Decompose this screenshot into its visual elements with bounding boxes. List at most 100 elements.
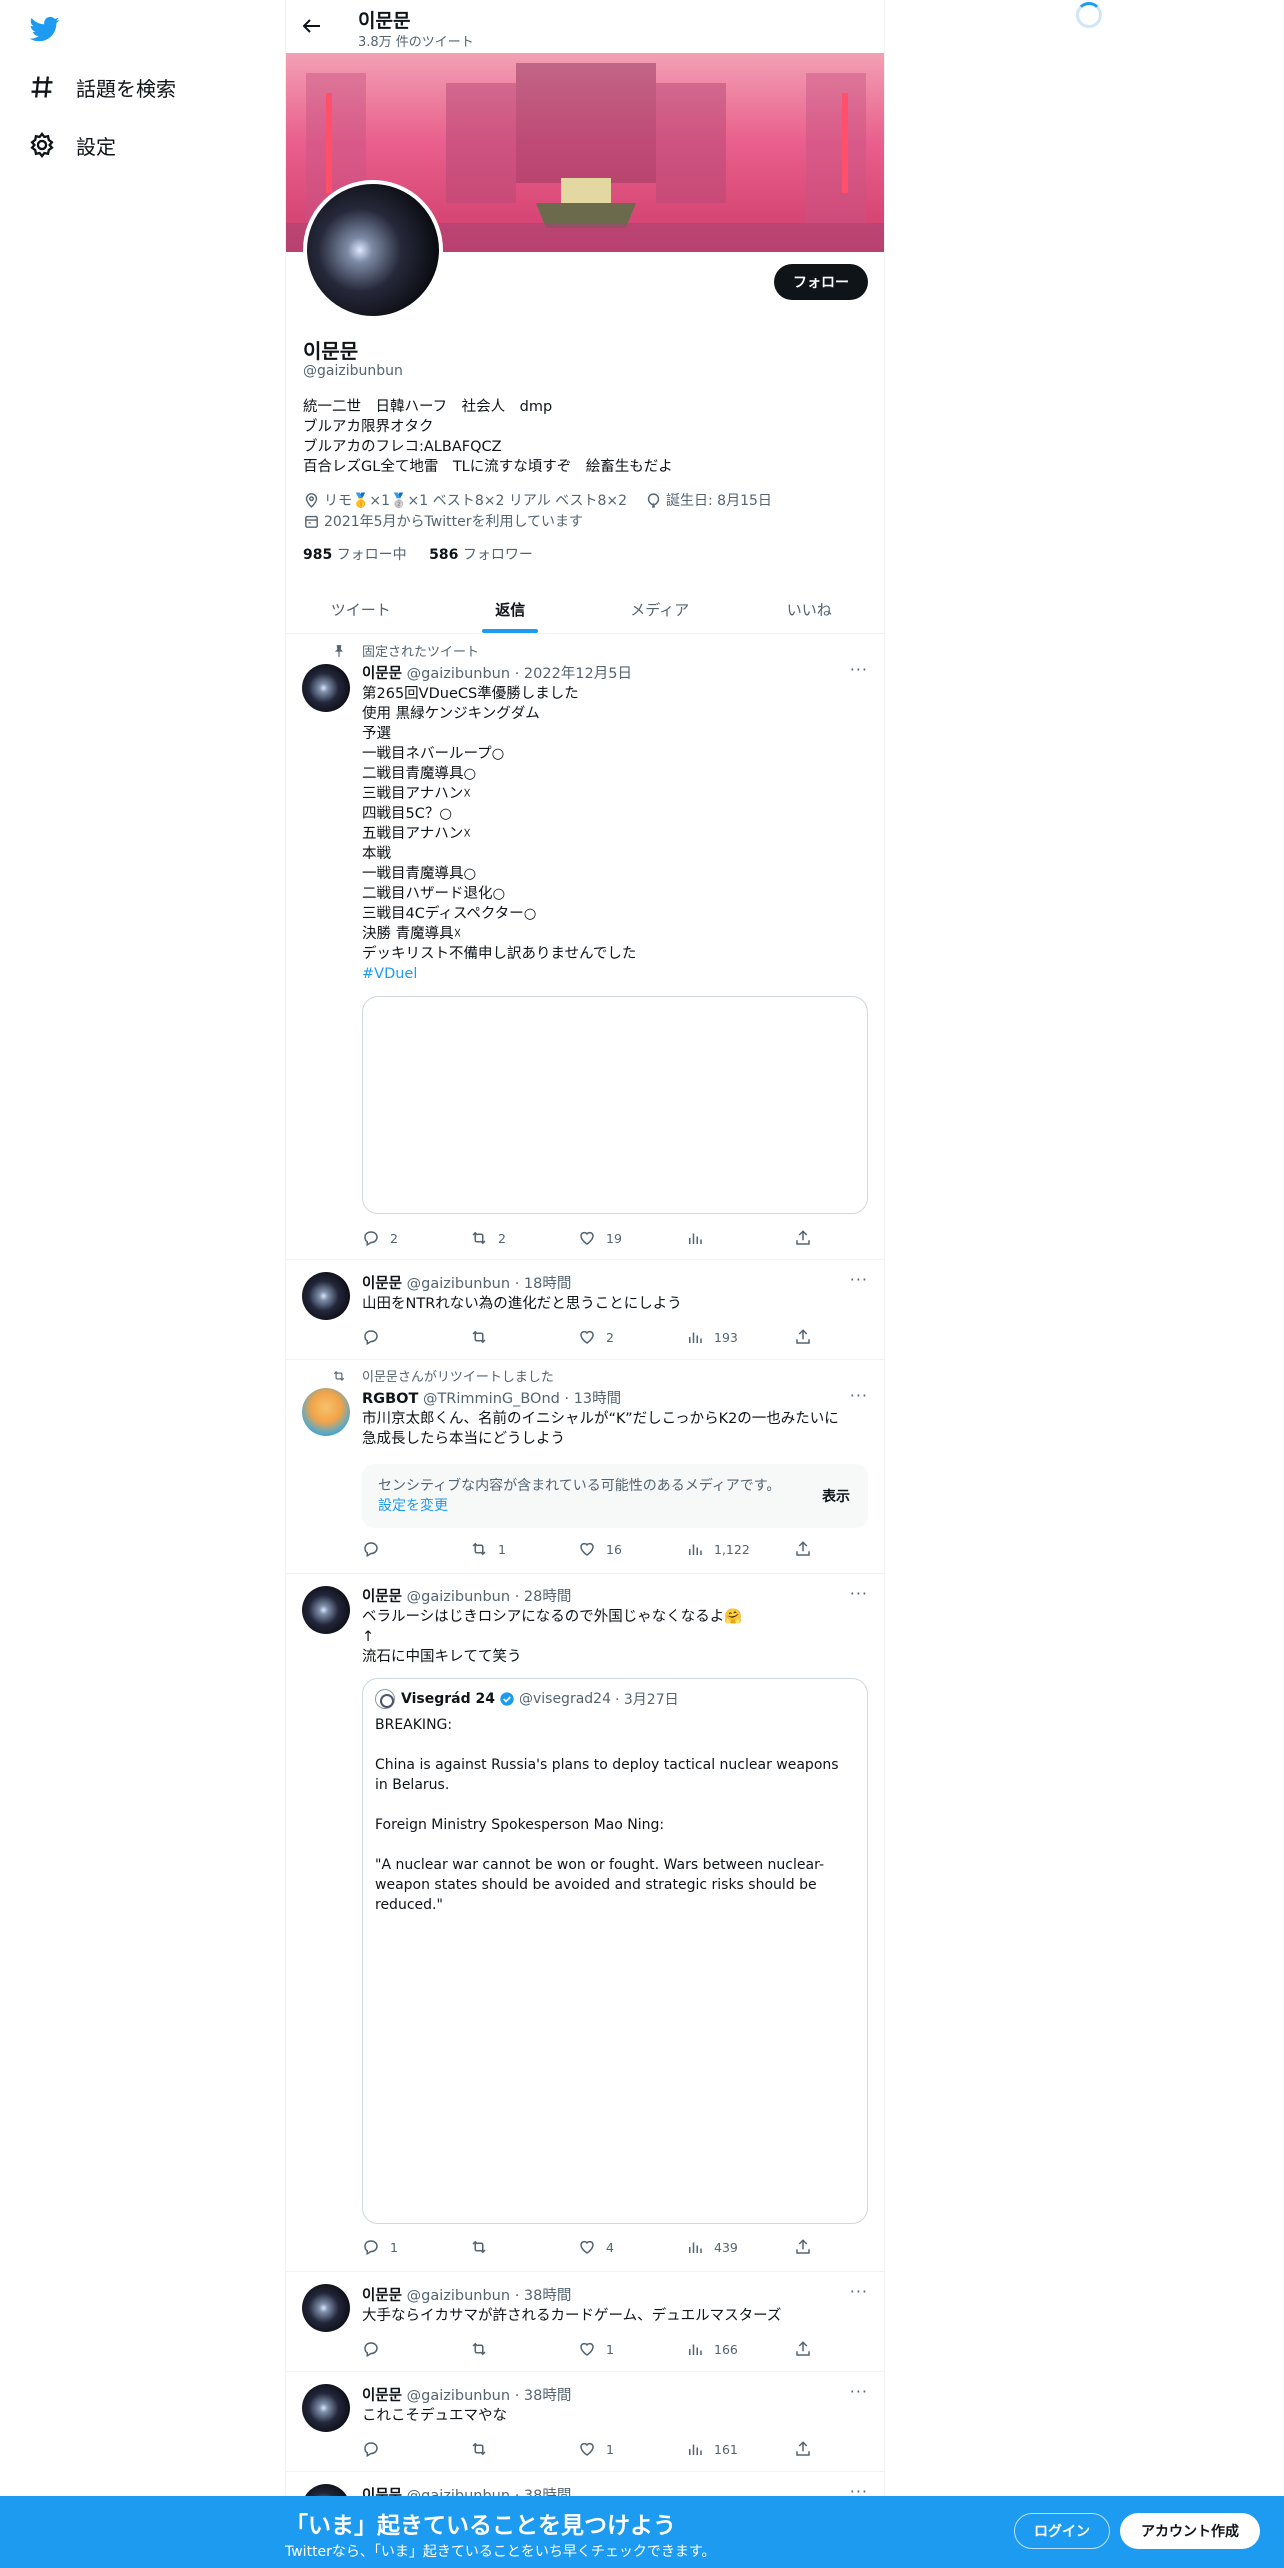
tweet-time[interactable]: · 38時間 (515, 2288, 572, 2304)
share-button[interactable] (794, 2238, 902, 2256)
tweet-time[interactable]: · 38時間 (515, 2388, 572, 2404)
quoted-tweet-text: BREAKING: China is against Russia's plan… (375, 1715, 855, 1915)
tweet[interactable]: ··· 이문문 @gaizibunbun · 18時間 山田をNTRれない為の進… (286, 1260, 884, 1360)
author-name[interactable]: 이문문 (362, 2288, 402, 2304)
tab-replies[interactable]: 返信 (436, 586, 586, 633)
reply-button[interactable] (362, 1540, 470, 1558)
nav-explore[interactable]: 話題を検索 (28, 67, 176, 107)
author-handle[interactable]: @gaizibunbun (407, 666, 510, 682)
retweet-button[interactable]: 2 (470, 1229, 578, 1247)
like-button[interactable]: 19 (578, 1229, 686, 1247)
author-name[interactable]: RGBOT (362, 1391, 418, 1407)
avatar[interactable] (302, 664, 350, 712)
tweet-header: 이문문 @gaizibunbun · 18時間 (362, 1272, 868, 1293)
tweet[interactable]: ··· 이문문 @gaizibunbun · 38時間 大手ならイカサマが許され… (286, 2272, 884, 2372)
header-tweet-count: 3.8万 件のツイート (358, 35, 474, 50)
media-placeholder[interactable] (362, 996, 868, 1214)
back-arrow-icon[interactable] (300, 14, 324, 38)
followers-link[interactable]: 586 フォロワー (429, 547, 533, 563)
bio-line: ブルアカのフレコ:ALBAFQCZ (303, 439, 502, 455)
tweet-time[interactable]: · 13時間 (564, 1391, 621, 1407)
following-link[interactable]: 985 フォロー中 (303, 547, 407, 563)
reply-button[interactable] (362, 1328, 470, 1346)
avatar[interactable] (302, 1388, 350, 1436)
tab-tweets[interactable]: ツイート (286, 586, 436, 633)
reply-button[interactable]: 2 (362, 1229, 470, 1247)
views-button[interactable]: 161 (686, 2440, 794, 2458)
twitter-bird-icon[interactable] (28, 14, 62, 44)
like-button[interactable]: 4 (578, 2238, 686, 2256)
follow-button[interactable]: フォロー (774, 264, 868, 300)
retweet-button[interactable] (470, 2340, 578, 2358)
like-button[interactable]: 1 (578, 2340, 686, 2358)
share-icon (796, 2341, 810, 2356)
author-handle[interactable]: @gaizibunbun (407, 2388, 510, 2404)
like-button[interactable]: 2 (578, 1328, 686, 1346)
views-icon (689, 2242, 702, 2253)
quoted-line (375, 1835, 855, 1855)
tweet-time[interactable]: · 28時間 (515, 1589, 572, 1605)
tab-likes[interactable]: いいね (735, 586, 885, 633)
author-handle[interactable]: @TRimminG_BOnd (423, 1391, 560, 1407)
quoted-tweet[interactable]: Visegrád 24 @visegrad24 · 3月27日 BREAKING… (362, 1678, 868, 2224)
views-button[interactable]: 1,122 (686, 1540, 794, 1558)
share-button[interactable] (794, 2340, 902, 2358)
tweet-retweeted[interactable]: 이문문さんがリツイートしました ··· RGBOT @TRimminG_BOnd… (286, 1360, 884, 1574)
retweet-button[interactable]: 1 (470, 1540, 578, 1558)
tweet-pinned[interactable]: 固定されたツイート ··· 이문문 @gaizibunbun · 2022年12… (286, 634, 884, 1260)
tab-media[interactable]: メディア (585, 586, 735, 633)
author-handle[interactable]: @gaizibunbun (407, 2288, 510, 2304)
author-name[interactable]: 이문문 (362, 1276, 402, 1292)
avatar[interactable] (302, 2284, 350, 2332)
quoted-line (375, 1735, 855, 1755)
retweet-button[interactable] (470, 2440, 578, 2458)
tweet-line: 第265回VDueCS準優勝しました (362, 686, 579, 702)
like-button[interactable]: 16 (578, 1540, 686, 1558)
change-settings-link[interactable]: 設定を変更 (378, 1498, 448, 1514)
show-media-button[interactable]: 表示 (822, 1486, 850, 1506)
quoted-line: Foreign Ministry Spokesperson Mao Ning: (375, 1817, 665, 1833)
share-button[interactable] (794, 1328, 902, 1346)
retweet-label[interactable]: 이문문さんがリツイートしました (362, 1366, 554, 1385)
avatar[interactable] (302, 1272, 350, 1320)
profile-location: リモ🥇×1🥈×1 ベスト8×2 リアル ベスト8×2 (324, 492, 627, 509)
nav-settings[interactable]: 設定 (28, 125, 116, 165)
profile-tabs: ツイート 返信 メディア いいね (286, 586, 884, 634)
share-button[interactable] (794, 2440, 902, 2458)
login-button[interactable]: ログイン (1014, 2513, 1110, 2549)
quoted-tweet-header: Visegrád 24 @visegrad24 · 3月27日 (375, 1689, 855, 1709)
tweet-time[interactable]: · 2022年12月5日 (515, 666, 632, 682)
tweet-time[interactable]: · 18時間 (515, 1276, 572, 1292)
author-name[interactable]: 이문문 (362, 666, 402, 682)
create-account-button[interactable]: アカウント作成 (1120, 2513, 1260, 2549)
retweet-button[interactable] (470, 1328, 578, 1346)
tweet-line: デッキリスト不備申し訳ありませんでした (362, 946, 637, 962)
followers-count: 586 (429, 547, 459, 563)
views-button[interactable]: 193 (686, 1328, 794, 1346)
tweet-line: 使用 黒緑ケンジキングダム (362, 706, 540, 722)
avatar[interactable] (302, 2384, 350, 2432)
author-name[interactable]: 이문문 (362, 2388, 402, 2404)
author-handle[interactable]: @gaizibunbun (407, 1276, 510, 1292)
tweet-header: 이문문 @gaizibunbun · 2022年12月5日 (362, 662, 868, 683)
bio-line: 統一二世 日韓ハーフ 社会人 dmp (303, 399, 553, 415)
analytics-button[interactable] (686, 1229, 794, 1247)
reply-button[interactable] (362, 2340, 470, 2358)
tweet-quote[interactable]: ··· 이문문 @gaizibunbun · 28時間 ベラルーシはじきロシアに… (286, 1574, 884, 2272)
reply-button[interactable]: 1 (362, 2238, 470, 2256)
signup-banner-subtitle: Twitterなら、「いま」起きていることをいち早くチェックできます。 (285, 2544, 716, 2560)
like-button[interactable]: 1 (578, 2440, 686, 2458)
tweet-line: 一戦目青魔導具○ (362, 866, 477, 882)
views-button[interactable]: 166 (686, 2340, 794, 2358)
views-button[interactable]: 439 (686, 2238, 794, 2256)
reply-button[interactable] (362, 2440, 470, 2458)
tweet[interactable]: ··· 이문문 @gaizibunbun · 38時間 これこそデュエマやな 1… (286, 2372, 884, 2472)
share-button[interactable] (794, 1229, 902, 1247)
hashtag-link[interactable]: #VDuel (362, 964, 868, 984)
retweet-button[interactable] (470, 2238, 578, 2256)
author-handle[interactable]: @gaizibunbun (407, 1589, 510, 1605)
profile-avatar[interactable] (303, 180, 443, 320)
avatar[interactable] (302, 1586, 350, 1634)
author-name[interactable]: 이문문 (362, 1589, 402, 1605)
share-button[interactable] (794, 1540, 902, 1558)
